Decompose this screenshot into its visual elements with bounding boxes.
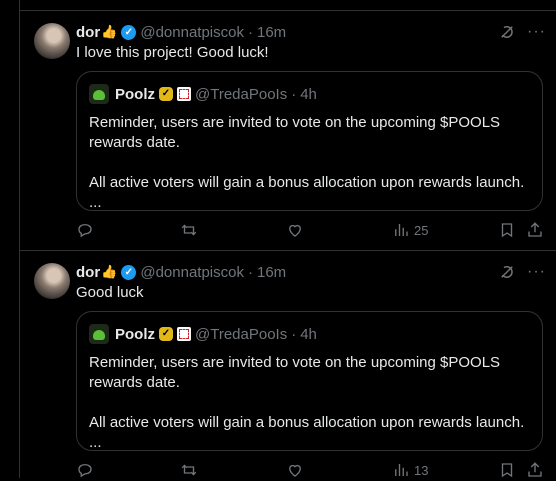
avatar[interactable] xyxy=(34,263,70,299)
more-icon[interactable]: ··· xyxy=(527,263,546,281)
quoted-handle: @TredaPooIs xyxy=(195,85,288,103)
post[interactable]: dor 👍 ✓ @donnatpiscok · 16m ··· Good luc… xyxy=(20,251,556,478)
quoted-header: Poolz ✓ @TredaPooIs · 4h xyxy=(89,324,317,344)
views-icon xyxy=(395,224,408,236)
post-header: dor 👍 ✓ @donnatpiscok · 16m xyxy=(76,261,286,283)
bookmark-button[interactable] xyxy=(498,219,516,241)
quoted-time: 4h xyxy=(300,325,317,343)
views-icon xyxy=(395,464,408,476)
separator-dot: · xyxy=(247,263,253,281)
views-button[interactable]: 25 xyxy=(392,219,428,241)
separator-dot: · xyxy=(291,325,297,343)
reply-button[interactable] xyxy=(76,219,94,241)
quoted-avatar xyxy=(89,84,109,104)
verified-org-badge-icon: ✓ xyxy=(159,87,173,101)
quoted-header: Poolz ✓ @TredaPooIs · 4h xyxy=(89,84,317,104)
post-text: Good luck xyxy=(76,284,144,301)
bookmark-icon xyxy=(501,223,513,238)
separator-dot: · xyxy=(247,23,253,41)
quoted-avatar xyxy=(89,324,109,344)
share-button[interactable] xyxy=(526,219,544,241)
affiliate-badge-icon xyxy=(177,327,191,341)
views-count: 13 xyxy=(414,462,429,478)
verified-badge-icon: ✓ xyxy=(121,24,137,40)
quoted-handle: @TredaPooIs xyxy=(195,325,288,343)
quoted-text: Reminder, users are invited to vote on t… xyxy=(89,114,525,211)
action-bar: 25 xyxy=(76,219,556,241)
avatar[interactable] xyxy=(34,23,70,59)
grok-icon[interactable] xyxy=(498,263,516,281)
quoted-post[interactable]: Poolz ✓ @TredaPooIs · 4h Reminder, users… xyxy=(76,311,543,451)
quoted-time: 4h xyxy=(300,85,317,103)
repost-icon xyxy=(181,224,197,236)
repost-icon xyxy=(181,464,197,476)
author-emoji: 👍 xyxy=(101,264,118,279)
post-header: dor 👍 ✓ @donnatpiscok · 16m xyxy=(76,21,286,43)
post-time[interactable]: 16m xyxy=(257,24,286,41)
quoted-text: Reminder, users are invited to vote on t… xyxy=(89,354,525,451)
more-icon[interactable]: ··· xyxy=(527,23,546,41)
views-count: 25 xyxy=(414,222,429,238)
share-icon xyxy=(528,222,542,237)
reply-icon xyxy=(78,464,92,478)
post-time[interactable]: 16m xyxy=(257,264,286,281)
like-icon xyxy=(289,224,301,237)
share-icon xyxy=(528,462,542,477)
author-handle[interactable]: @donnatpiscok xyxy=(140,264,244,281)
like-button[interactable] xyxy=(286,219,304,241)
like-icon xyxy=(289,464,301,477)
affiliate-badge-icon xyxy=(177,87,191,101)
quoted-author-name: Poolz xyxy=(115,325,155,343)
verified-badge-icon: ✓ xyxy=(121,264,137,280)
bookmark-icon xyxy=(501,463,513,478)
post[interactable]: dor 👍 ✓ @donnatpiscok · 16m ··· I love t… xyxy=(20,11,556,251)
reply-icon xyxy=(78,224,92,238)
repost-button[interactable] xyxy=(180,219,198,241)
author-name[interactable]: dor xyxy=(76,24,100,41)
post-text: I love this project! Good luck! xyxy=(76,44,269,61)
author-name[interactable]: dor xyxy=(76,264,100,281)
author-handle[interactable]: @donnatpiscok xyxy=(140,24,244,41)
quoted-post[interactable]: Poolz ✓ @TredaPooIs · 4h Reminder, users… xyxy=(76,71,543,211)
author-emoji: 👍 xyxy=(101,24,118,39)
grok-icon[interactable] xyxy=(498,23,516,41)
verified-org-badge-icon: ✓ xyxy=(159,327,173,341)
separator-dot: · xyxy=(291,85,297,103)
quoted-author-name: Poolz xyxy=(115,85,155,103)
